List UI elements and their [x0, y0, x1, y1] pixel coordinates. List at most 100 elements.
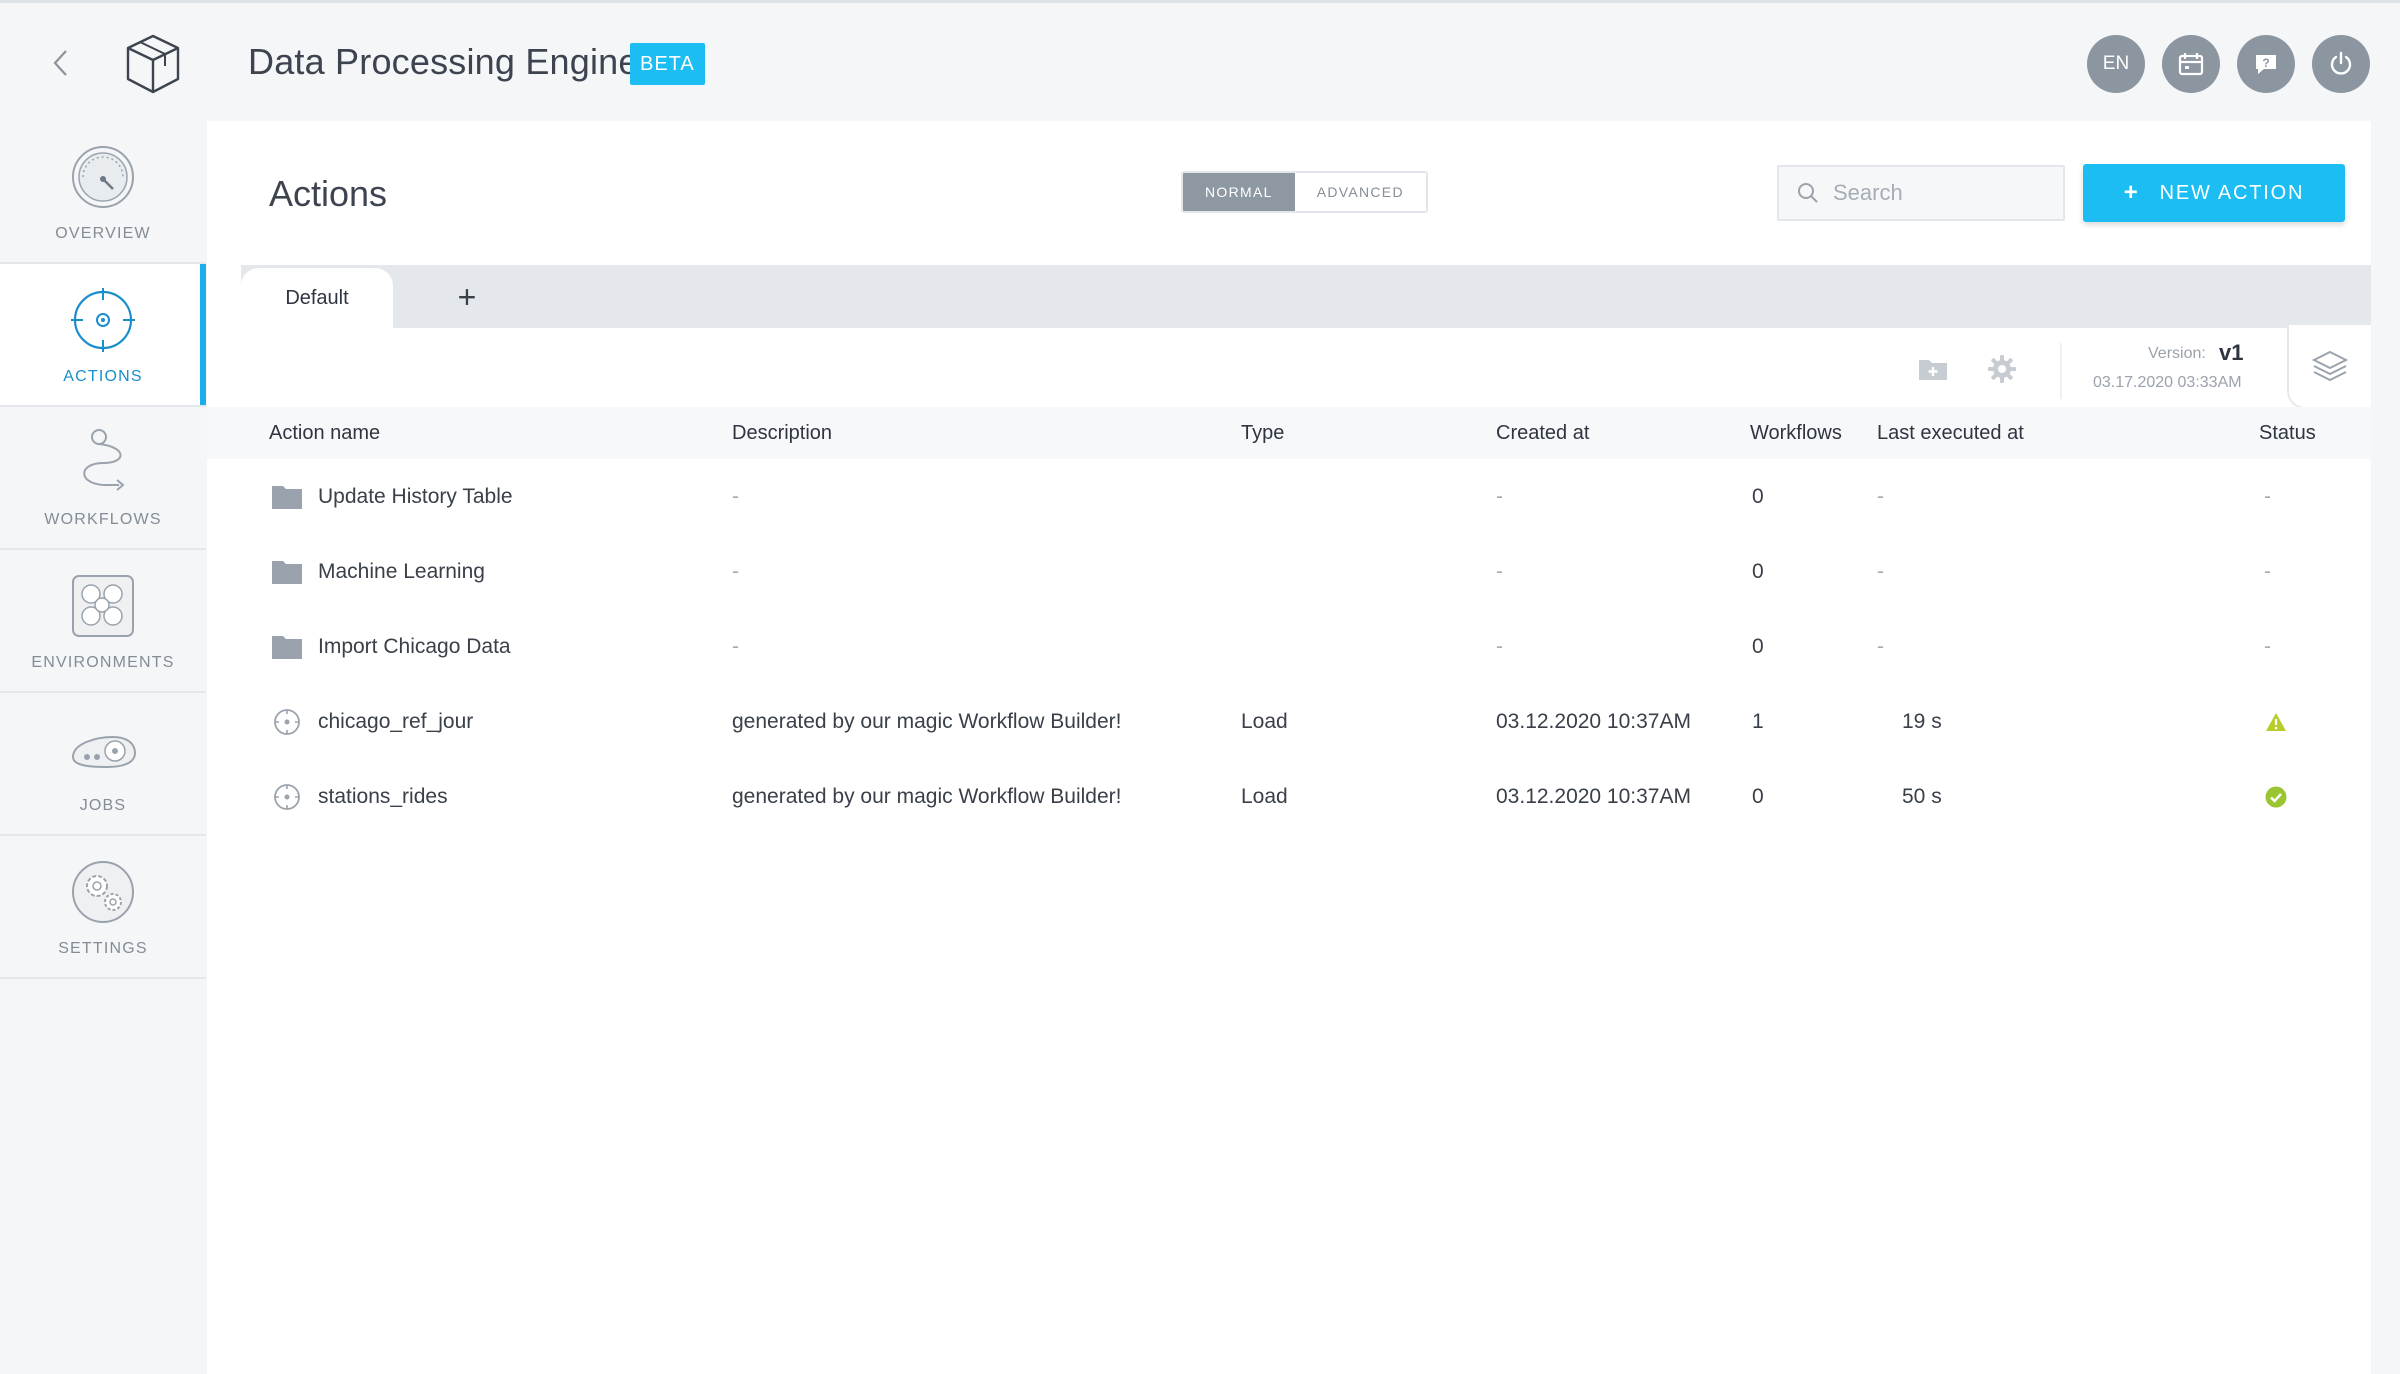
sidebar-item-label: ENVIRONMENTS: [31, 653, 175, 671]
sidebar-item-label: JOBS: [79, 796, 127, 814]
back-button[interactable]: [40, 41, 80, 85]
plus-icon: +: [2123, 179, 2140, 206]
action-created: -: [1496, 560, 1503, 583]
action-workflows: 0: [1752, 485, 1764, 508]
app-header: Data Processing Engine BETA EN ?: [0, 3, 2400, 121]
action-type: Load: [1241, 785, 1288, 808]
sidebar-item-actions[interactable]: ACTIONS: [0, 264, 206, 407]
calendar-icon: [2178, 53, 2204, 76]
action-name: Update History Table: [318, 485, 513, 508]
action-name: chicago_ref_jour: [318, 710, 474, 733]
action-description: -: [732, 635, 739, 658]
action-name: Machine Learning: [318, 560, 485, 583]
mode-advanced-button[interactable]: ADVANCED: [1294, 173, 1426, 211]
gears-icon: [72, 860, 134, 923]
col-action-name[interactable]: Action name: [269, 407, 380, 459]
col-last-executed[interactable]: Last executed at: [1877, 407, 2024, 459]
action-type: Load: [1241, 710, 1288, 733]
success-check-icon: [2265, 786, 2287, 808]
action-name: stations_rides: [318, 785, 448, 808]
target-icon: [71, 287, 135, 352]
sidebar-item-label: SETTINGS: [58, 939, 148, 957]
col-type[interactable]: Type: [1241, 407, 1284, 459]
action-target-icon: [274, 709, 300, 735]
mode-toggle: NORMAL ADVANCED: [1181, 171, 1428, 213]
power-icon: [2330, 51, 2352, 75]
settings-button[interactable]: [1982, 349, 2022, 389]
app-title: Data Processing Engine: [248, 41, 639, 82]
table-row[interactable]: Machine Learning - - 0 - -: [207, 534, 2371, 609]
action-description: -: [732, 485, 739, 508]
action-status: -: [2264, 485, 2271, 508]
action-workflows: 0: [1752, 635, 1764, 658]
action-last-executed: -: [1877, 485, 1884, 508]
action-last-executed: -: [1877, 635, 1884, 658]
col-description[interactable]: Description: [732, 407, 832, 459]
sidebar-item-label: OVERVIEW: [55, 224, 151, 242]
new-folder-button[interactable]: [1913, 349, 1953, 389]
col-status[interactable]: Status: [2259, 407, 2316, 459]
table-row[interactable]: chicago_ref_jour generated by our magic …: [207, 684, 2371, 759]
main-panel: Actions NORMAL ADVANCED + NEW ACTION Def…: [207, 121, 2371, 1374]
action-target-icon: [274, 784, 300, 810]
action-name: Import Chicago Data: [318, 635, 511, 658]
version-label: Version:: [2148, 345, 2206, 362]
action-created: -: [1496, 485, 1503, 508]
svg-text:?: ?: [2262, 56, 2269, 70]
folder-icon: [272, 561, 302, 584]
layers-icon: [2311, 350, 2349, 382]
language-label: EN: [2102, 53, 2130, 74]
action-description: generated by our magic Workflow Builder!: [732, 785, 1122, 808]
sidebar-item-label: ACTIONS: [63, 367, 143, 385]
action-last-executed: 19 s: [1902, 710, 1942, 733]
gear-icon: [1988, 355, 2016, 383]
help-chat-icon: ?: [2256, 55, 2276, 74]
folder-icon: [272, 636, 302, 659]
version-date: 03.17.2020 03:33AM: [2093, 374, 2242, 391]
power-button[interactable]: [2312, 35, 2370, 93]
sidebar-item-workflows[interactable]: WORKFLOWS: [0, 407, 206, 550]
beta-badge: BETA: [630, 43, 705, 85]
sidebar-item-settings[interactable]: SETTINGS: [0, 836, 206, 979]
sidebar-nav: OVERVIEW ACTIONS WORKFLOWS ENVIRONMENTS: [0, 121, 206, 979]
calendar-button[interactable]: [2162, 35, 2220, 93]
sidebar-item-overview[interactable]: OVERVIEW: [0, 121, 206, 264]
sidebar-item-environments[interactable]: ENVIRONMENTS: [0, 550, 206, 693]
table-row[interactable]: stations_rides generated by our magic Wo…: [207, 759, 2371, 834]
table-row[interactable]: Import Chicago Data - - 0 - -: [207, 609, 2371, 684]
mode-normal-button[interactable]: NORMAL: [1183, 173, 1295, 211]
search-input[interactable]: [1833, 180, 2053, 206]
folder-icon: [272, 486, 302, 509]
sidebar-item-jobs[interactable]: JOBS: [0, 693, 206, 836]
warning-icon: [2266, 713, 2286, 731]
plus-icon: +: [457, 278, 477, 315]
page-title: Actions: [269, 173, 388, 214]
action-workflows: 0: [1752, 560, 1764, 583]
chevron-left-icon: [53, 50, 67, 76]
action-created: 03.12.2020 10:37AM: [1496, 710, 1691, 733]
action-workflows: 0: [1752, 785, 1764, 808]
sidebar-item-label: WORKFLOWS: [44, 510, 162, 528]
versions-button[interactable]: [2287, 325, 2371, 409]
search-box: [1777, 165, 2065, 221]
action-last-executed: 50 s: [1902, 785, 1942, 808]
language-button[interactable]: EN: [2087, 35, 2145, 93]
tab-default[interactable]: Default: [241, 268, 393, 328]
gauge-icon: [72, 145, 134, 208]
search-icon: [1798, 183, 1818, 203]
new-action-button[interactable]: + NEW ACTION: [2083, 164, 2345, 222]
tab-bar: Default +: [241, 265, 2371, 328]
help-button[interactable]: ?: [2237, 35, 2295, 93]
action-created: 03.12.2020 10:37AM: [1496, 785, 1691, 808]
action-description: -: [732, 560, 739, 583]
col-created-at[interactable]: Created at: [1496, 407, 1589, 459]
col-workflows[interactable]: Workflows: [1750, 407, 1842, 459]
jobs-icon: [71, 735, 137, 768]
add-tab-button[interactable]: +: [447, 275, 487, 319]
folder-plus-icon: [1919, 360, 1947, 380]
action-description: generated by our magic Workflow Builder!: [732, 710, 1122, 733]
workflow-icon: [83, 428, 125, 491]
action-workflows: 1: [1752, 710, 1764, 733]
table-row[interactable]: Update History Table - - 0 - -: [207, 459, 2371, 534]
action-status: -: [2264, 635, 2271, 658]
